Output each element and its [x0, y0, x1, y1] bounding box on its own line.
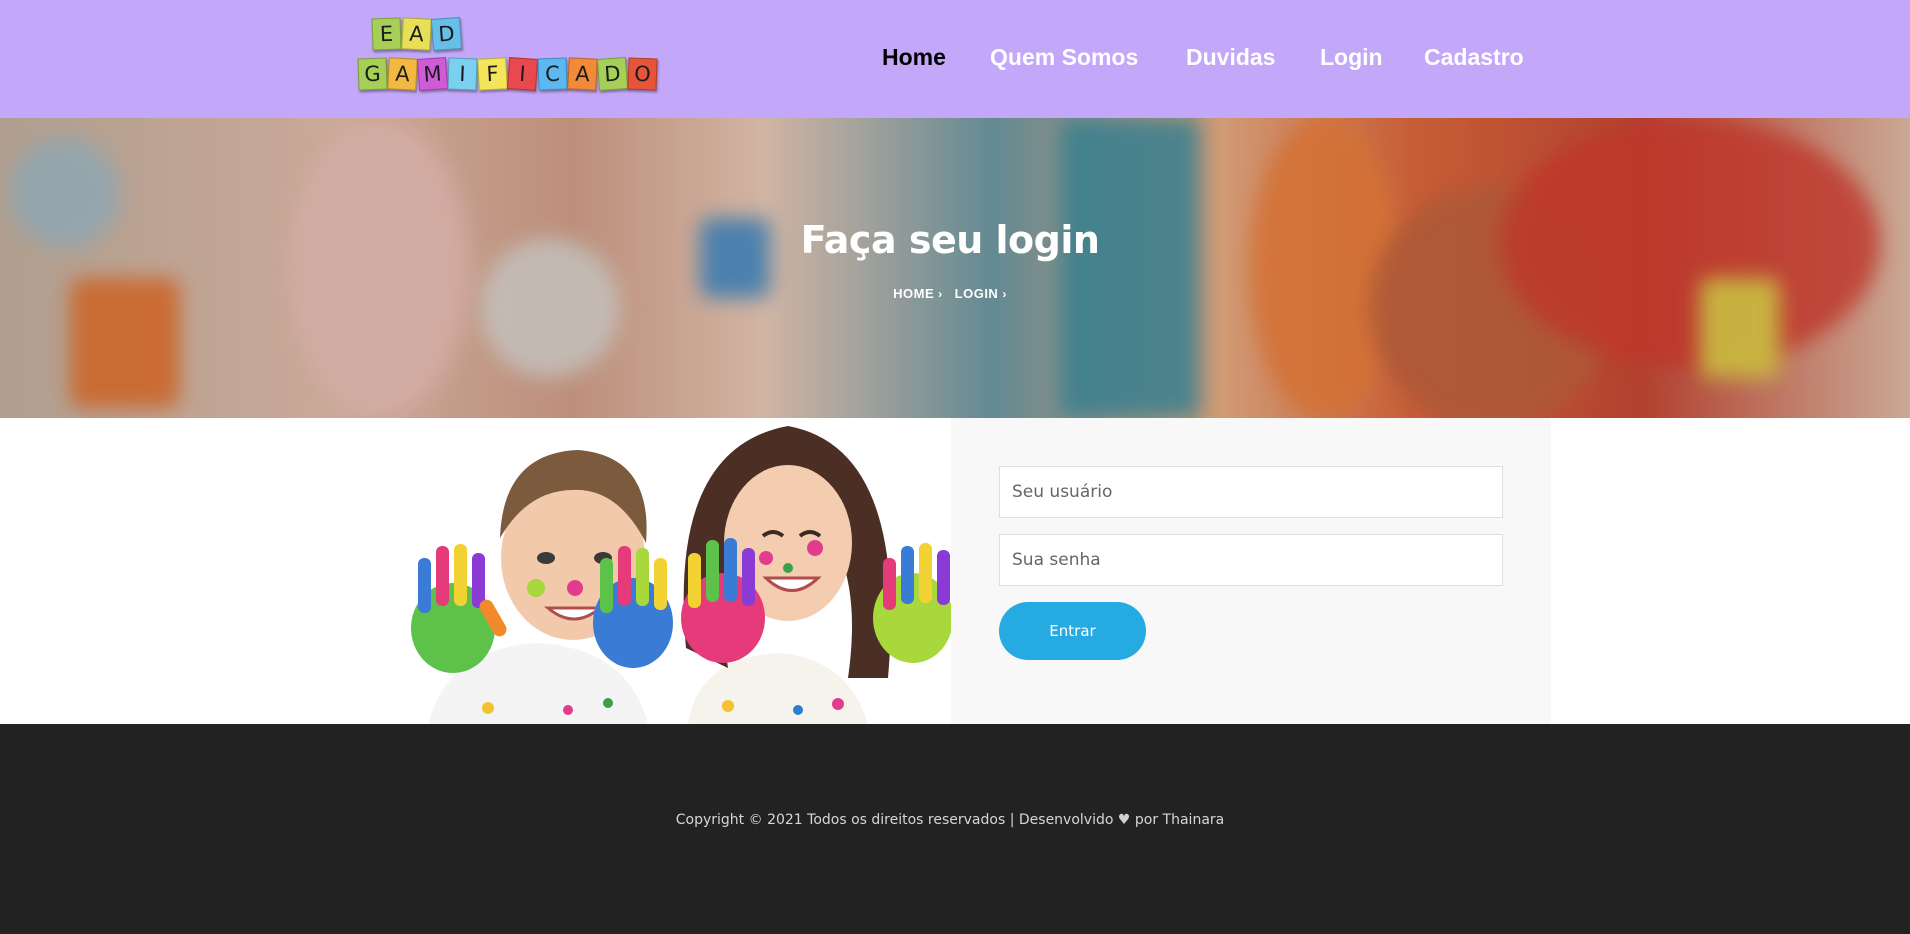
- children-painted-hands-illustration: [411, 426, 951, 724]
- nav-item-cadastro[interactable]: Cadastro: [1424, 44, 1524, 71]
- nav-item-quem-somos[interactable]: Quem Somos: [990, 44, 1138, 71]
- main-nav: Home Quem Somos Duvidas Login Cadastro: [0, 44, 1910, 74]
- children-photo: [368, 418, 951, 724]
- login-submit-button[interactable]: Entrar: [999, 602, 1146, 660]
- breadcrumb-label: HOME: [893, 286, 935, 301]
- username-input[interactable]: [999, 466, 1503, 518]
- page-hero-banner: Faça seu login HOME › LOGIN ›: [0, 118, 1910, 418]
- chevron-right-icon: ›: [1002, 286, 1007, 301]
- breadcrumb-home[interactable]: HOME ›: [893, 286, 943, 301]
- breadcrumb: HOME › LOGIN ›: [0, 286, 1900, 301]
- top-navbar: E A D G A M I F I C A D O Home Quem Somo…: [0, 0, 1910, 118]
- nav-item-duvidas[interactable]: Duvidas: [1186, 44, 1275, 71]
- copyright-text: Copyright © 2021 Todos os direitos reser…: [0, 812, 1900, 828]
- nav-item-home[interactable]: Home: [882, 44, 946, 71]
- girl-dress: [688, 653, 868, 724]
- heart-icon: ♥: [1117, 812, 1131, 828]
- chevron-right-icon: ›: [938, 286, 943, 301]
- password-input[interactable]: [999, 534, 1503, 586]
- page-title: Faça seu login: [800, 218, 1100, 262]
- painted-hand: [873, 543, 951, 663]
- breadcrumb-label: LOGIN: [954, 286, 999, 301]
- copyright-prefix: Copyright © 2021 Todos os direitos reser…: [675, 812, 1114, 828]
- hero-overlay: [0, 118, 1910, 418]
- nav-item-login[interactable]: Login: [1320, 44, 1383, 71]
- site-footer: Copyright © 2021 Todos os direitos reser…: [0, 724, 1910, 934]
- breadcrumb-login[interactable]: LOGIN ›: [955, 286, 1007, 301]
- login-form: Entrar: [951, 418, 1551, 724]
- copyright-suffix: por Thainara: [1134, 812, 1225, 828]
